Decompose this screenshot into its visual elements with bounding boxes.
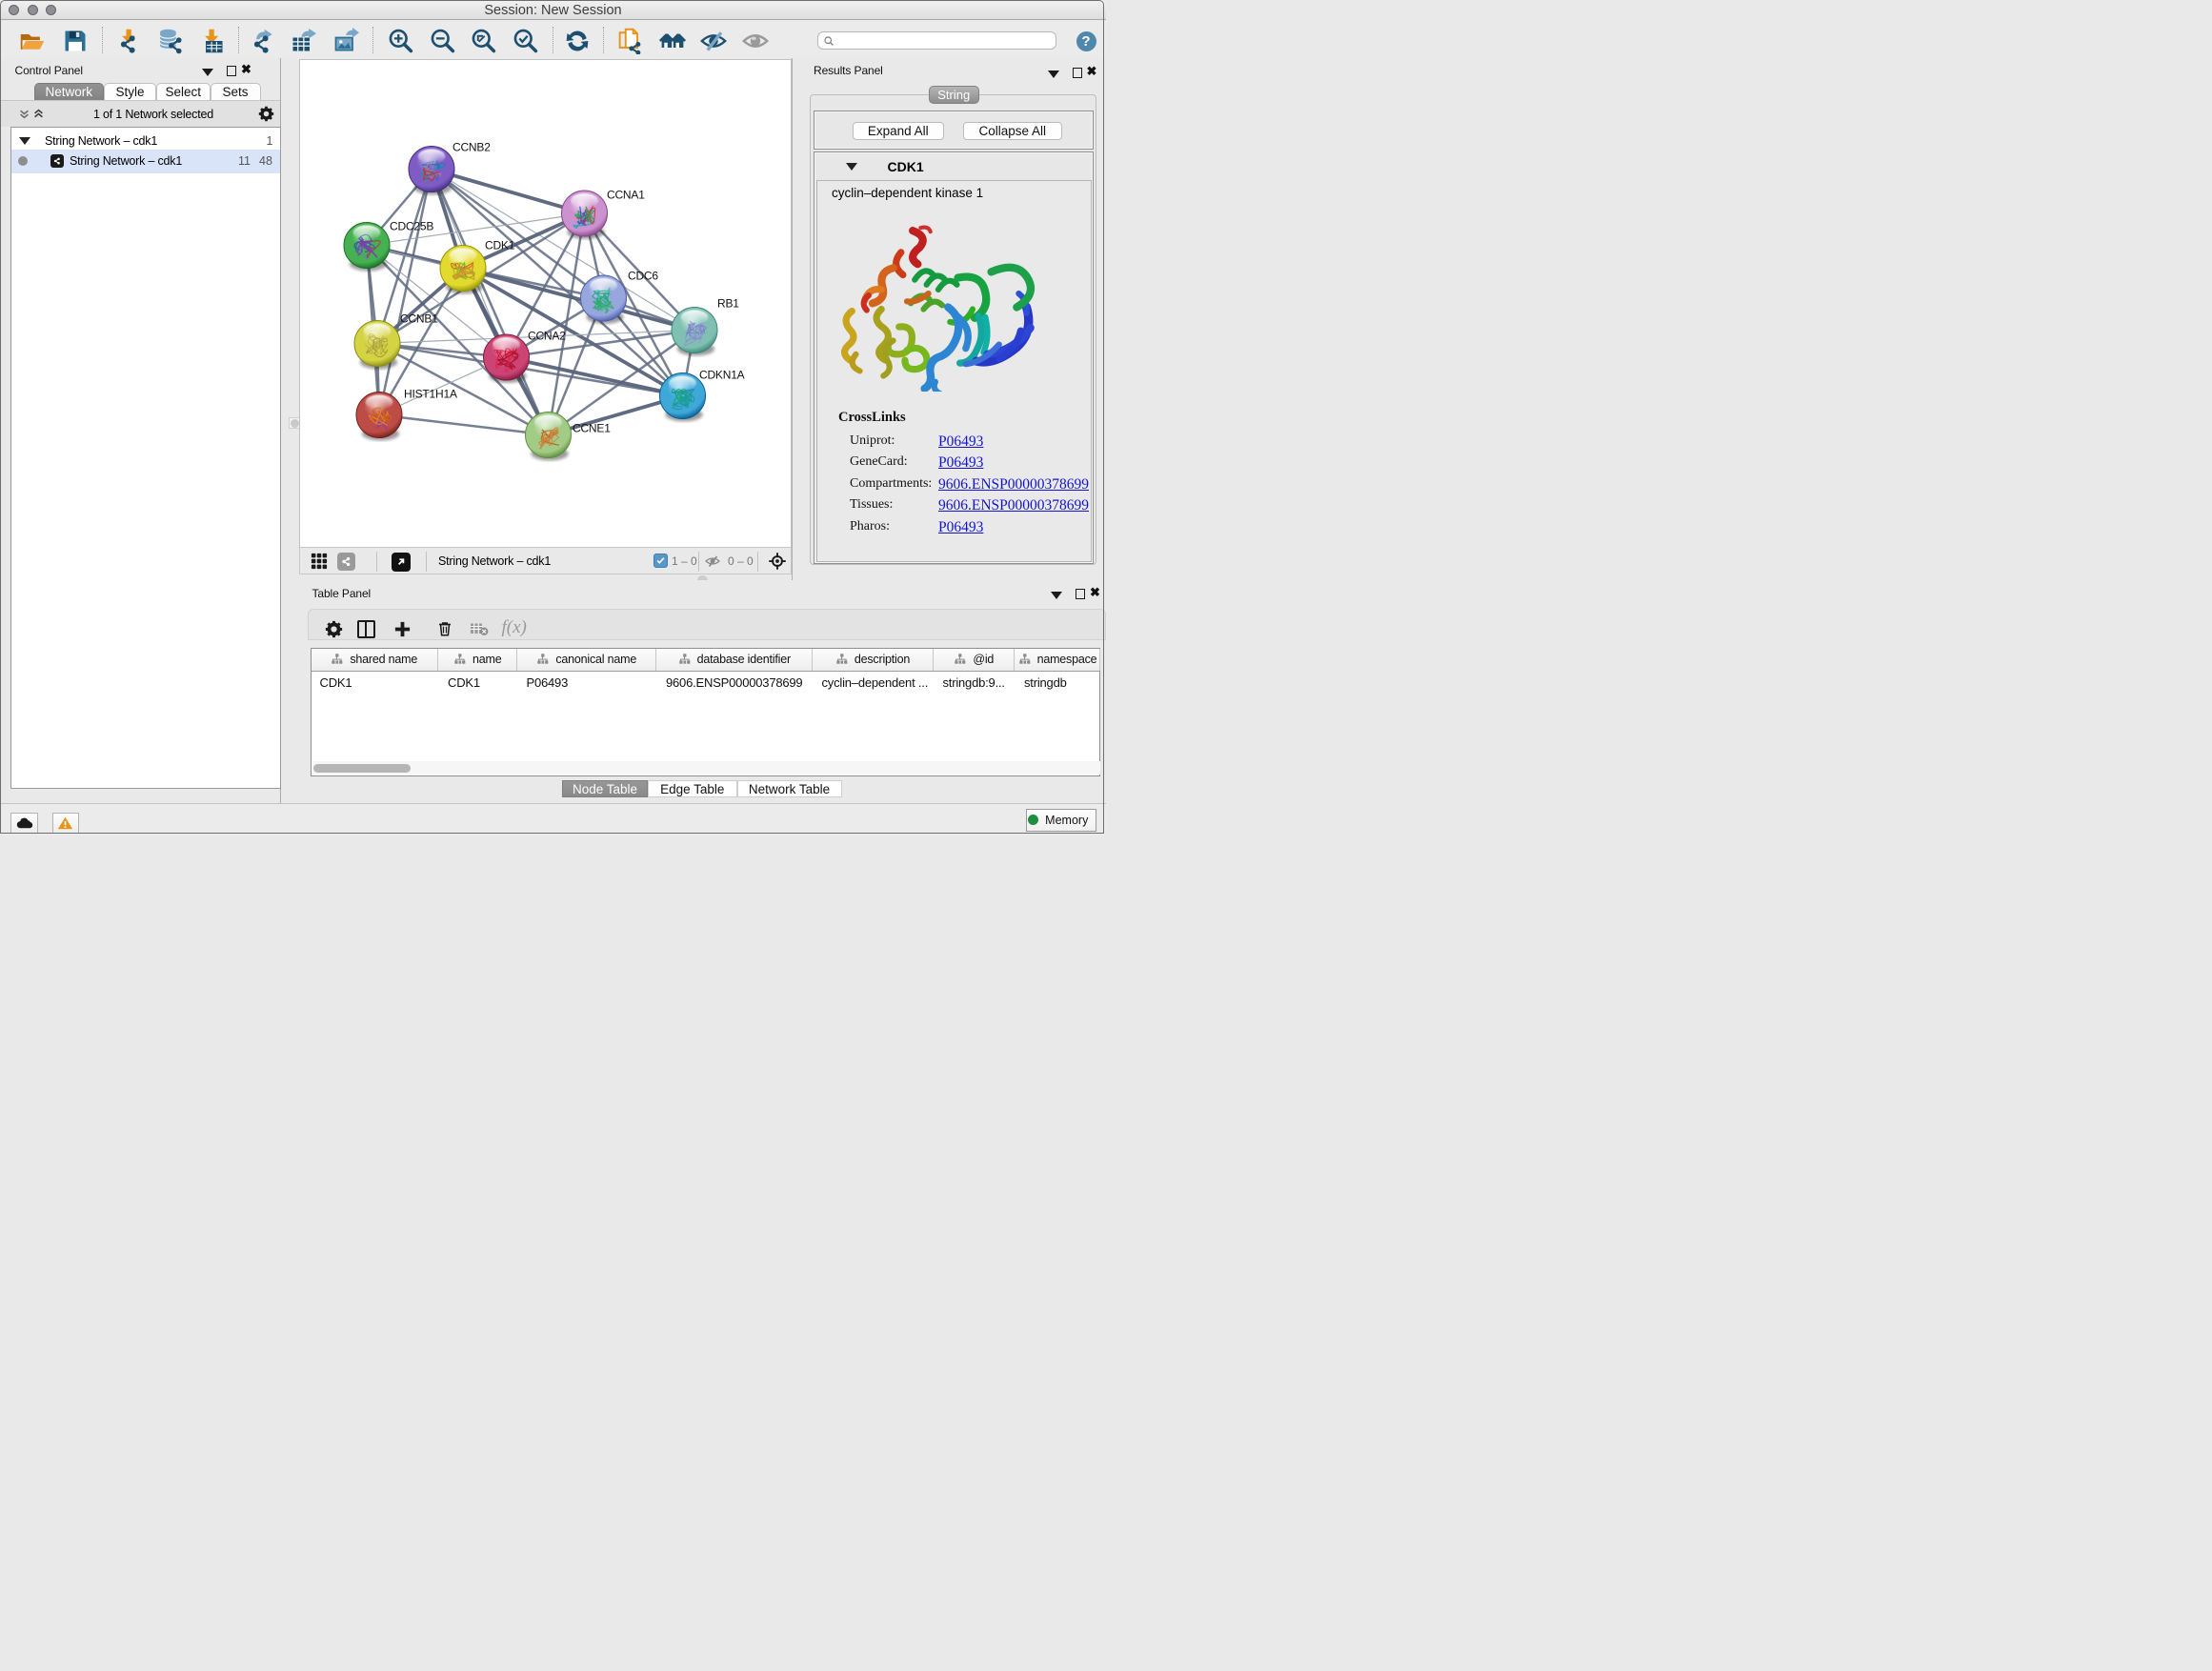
svg-text:CDKN1A: CDKN1A (699, 368, 745, 381)
svg-text:CCNE1: CCNE1 (573, 421, 611, 434)
svg-text:CDC6: CDC6 (628, 269, 658, 282)
svg-text:CDC25B: CDC25B (390, 219, 433, 232)
svg-text:HIST1H1A: HIST1H1A (404, 387, 457, 400)
svg-text:RB1: RB1 (717, 296, 739, 310)
svg-text:CCNA1: CCNA1 (607, 188, 645, 201)
svg-text:CCNB2: CCNB2 (452, 140, 491, 153)
svg-text:CCNA2: CCNA2 (528, 329, 566, 342)
svg-text:CCNB1: CCNB1 (400, 312, 438, 325)
svg-text:CDK1: CDK1 (485, 238, 515, 252)
